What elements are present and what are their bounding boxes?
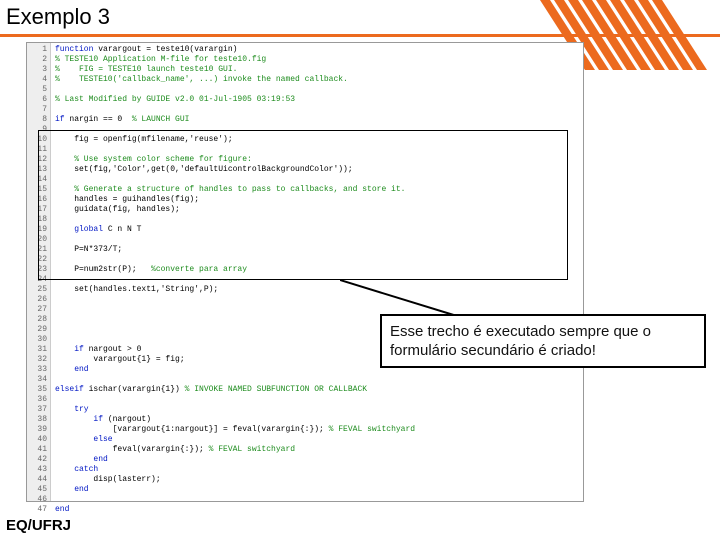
title-underline [0, 34, 720, 37]
footer-label: EQ/UFRJ [6, 517, 71, 534]
code-editor: 1 2 3 4 5 6 7 8 9 10 11 12 13 14 15 16 1… [26, 42, 584, 502]
title-bar: Exemplo 3 [0, 0, 720, 42]
callout-box: Esse trecho é executado sempre que o for… [380, 314, 706, 368]
slide-title: Exemplo 3 [6, 4, 110, 30]
code-content: function varargout = teste10(varargin) %… [51, 43, 583, 501]
callout-text: Esse trecho é executado sempre que o for… [390, 323, 651, 359]
line-number-gutter: 1 2 3 4 5 6 7 8 9 10 11 12 13 14 15 16 1… [27, 43, 51, 501]
slide: Exemplo 3 1 2 3 4 5 6 7 8 9 10 11 12 13 … [0, 0, 720, 540]
